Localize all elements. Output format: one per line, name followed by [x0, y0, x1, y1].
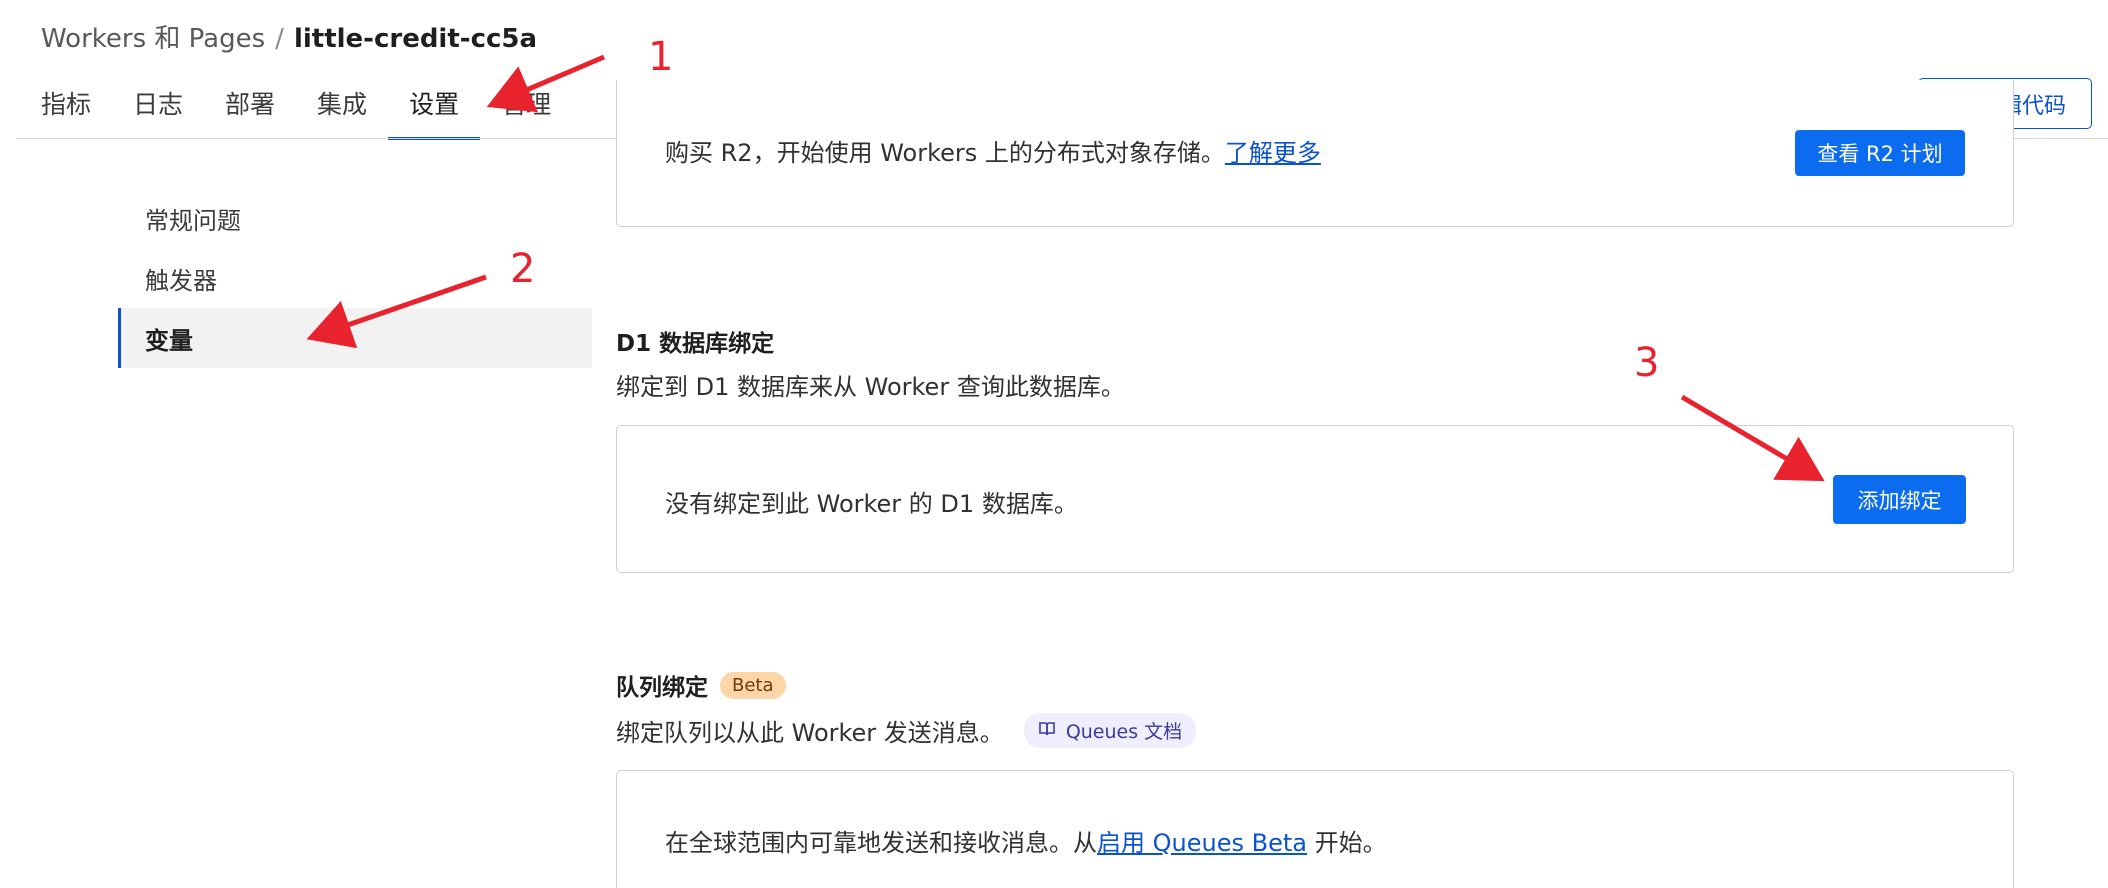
- add-binding-button[interactable]: 添加绑定: [1833, 475, 1966, 524]
- tab-settings[interactable]: 设置: [388, 82, 481, 140]
- tab-logs[interactable]: 日志: [112, 82, 204, 140]
- breadcrumb-parent-link[interactable]: Workers 和 Pages: [41, 24, 265, 54]
- beta-badge: Beta: [720, 671, 786, 699]
- d1-section-description: 绑定到 D1 数据库来从 Worker 查询此数据库。: [616, 367, 1125, 402]
- d1-bindings-card: 没有绑定到此 Worker 的 D1 数据库。 添加绑定: [616, 425, 2014, 573]
- tab-integrations[interactable]: 集成: [296, 82, 388, 140]
- sidebar-item-triggers[interactable]: 触发器: [118, 248, 592, 308]
- tab-deployments[interactable]: 部署: [204, 82, 296, 140]
- r2-description: 购买 R2，开始使用 Workers 上的分布式对象存储。: [665, 139, 1225, 167]
- settings-sidebar: 常规问题 触发器 变量: [118, 188, 592, 368]
- book-icon: [1038, 720, 1056, 742]
- tab-bar: 指标 日志 部署 集成 设置 管理: [20, 82, 572, 140]
- annotation-number-3: 3: [1634, 340, 1659, 386]
- queues-text-suffix: 开始。: [1306, 829, 1387, 857]
- enable-queues-link[interactable]: 启用 Queues Beta: [1097, 829, 1307, 857]
- d1-empty-text: 没有绑定到此 Worker 的 D1 数据库。: [665, 490, 1078, 518]
- d1-title-text: D1 数据库绑定: [616, 331, 775, 357]
- breadcrumb-separator: /: [275, 24, 284, 54]
- queues-title-text: 队列绑定: [616, 675, 708, 701]
- annotation-number-1: 1: [648, 34, 673, 80]
- view-r2-plans-button[interactable]: 查看 R2 计划: [1795, 130, 1965, 176]
- queues-description-text: 绑定队列以从此 Worker 发送消息。: [616, 719, 1004, 747]
- sidebar-item-variables[interactable]: 变量: [118, 308, 592, 368]
- r2-card-text: 购买 R2，开始使用 Workers 上的分布式对象存储。了解更多: [665, 133, 1321, 168]
- queues-card: 在全球范围内可靠地发送和接收消息。从启用 Queues Beta 开始。: [616, 770, 2014, 888]
- queues-section-title: 队列绑定 Beta: [616, 668, 786, 702]
- queues-card-text: 在全球范围内可靠地发送和接收消息。从启用 Queues Beta 开始。: [665, 823, 1387, 858]
- queues-text-prefix: 在全球范围内可靠地发送和接收消息。从: [665, 829, 1097, 857]
- queues-section-description: 绑定队列以从此 Worker 发送消息。 Queues 文档: [616, 713, 1197, 748]
- queues-docs-link[interactable]: Queues 文档: [1023, 713, 1197, 748]
- breadcrumb: Workers 和 Pages / little-credit-cc5a: [41, 22, 537, 56]
- tab-manage[interactable]: 管理: [480, 82, 572, 140]
- queues-docs-label: Queues 文档: [1065, 721, 1183, 743]
- learn-more-link[interactable]: 了解更多: [1225, 139, 1321, 167]
- d1-section-title: D1 数据库绑定: [616, 324, 774, 358]
- tab-metrics[interactable]: 指标: [20, 82, 112, 140]
- d1-description-text: 绑定到 D1 数据库来从 Worker 查询此数据库。: [616, 373, 1125, 401]
- sidebar-item-general[interactable]: 常规问题: [118, 188, 592, 248]
- breadcrumb-current: little-credit-cc5a: [293, 24, 538, 54]
- r2-card: 购买 R2，开始使用 Workers 上的分布式对象存储。了解更多 查看 R2 …: [616, 80, 2014, 227]
